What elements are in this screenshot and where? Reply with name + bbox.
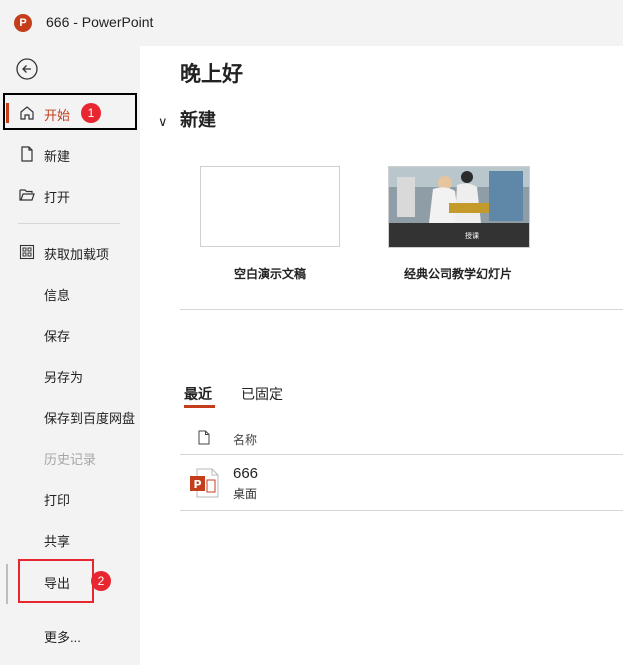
tab-recent-underline <box>184 405 215 408</box>
nav-history-label: 历史记录 <box>44 452 97 467</box>
tab-pinned[interactable]: 已固定 <box>241 384 283 404</box>
title-bar: P 666 - PowerPoint <box>0 0 623 46</box>
nav-share[interactable]: 共享 <box>0 520 140 558</box>
nav-open-label: 打开 <box>44 190 71 205</box>
template-overlay-text: 授课 <box>465 231 479 240</box>
powerpoint-file-icon: P <box>190 468 219 498</box>
blank-presentation-label: 空白演示文稿 <box>233 267 306 281</box>
annotation-badge-1: 1 <box>81 103 101 123</box>
annotation-box-1 <box>3 93 137 130</box>
nav-print[interactable]: 打印 <box>0 479 140 517</box>
blank-presentation-template[interactable] <box>200 166 340 247</box>
nav-more-label: 更多... <box>44 630 81 645</box>
tab-recent[interactable]: 最近 <box>184 384 215 408</box>
new-document-icon <box>21 146 33 162</box>
sidebar-divider <box>18 223 120 224</box>
nav-history: 历史记录 <box>0 438 140 476</box>
document-icon <box>198 430 210 445</box>
file-icon-letter: P <box>194 478 202 491</box>
column-header-name[interactable]: 名称 <box>233 431 257 448</box>
new-section-toggle[interactable]: ∨ 新建 <box>158 106 216 132</box>
nav-print-label: 打印 <box>44 493 71 508</box>
nav-share-label: 共享 <box>44 534 71 549</box>
nav-save-to-baidu[interactable]: 保存到百度网盘 <box>0 397 140 435</box>
section-divider <box>180 309 623 310</box>
back-arrow-icon[interactable] <box>16 58 38 80</box>
tab-pinned-label: 已固定 <box>241 386 283 402</box>
chevron-down-icon: ∨ <box>158 114 168 129</box>
nav-save-to-baidu-label: 保存到百度网盘 <box>44 411 136 426</box>
nav-addins[interactable]: 获取加载项 <box>0 233 140 271</box>
grid-addins-icon <box>19 244 35 260</box>
nav-info[interactable]: 信息 <box>0 274 140 312</box>
annotation-badge-2: 2 <box>91 571 111 591</box>
nav-save-label: 保存 <box>44 329 71 344</box>
template-thumbnail-image: 授课 <box>389 167 529 247</box>
window-title: 666 - PowerPoint <box>46 14 154 30</box>
classic-teaching-template[interactable]: 授课 <box>388 166 530 248</box>
nav-save-as[interactable]: 另存为 <box>0 356 140 394</box>
list-row-divider <box>180 510 623 511</box>
nav-info-label: 信息 <box>44 288 71 303</box>
powerpoint-app-icon: P <box>14 14 32 32</box>
nav-new[interactable]: 新建 <box>0 135 140 173</box>
nav-addins-label: 获取加载项 <box>44 247 110 262</box>
nav-new-label: 新建 <box>44 149 71 164</box>
recent-file-name: 666 <box>233 465 259 482</box>
nav-save-as-label: 另存为 <box>44 370 84 385</box>
backstage-sidebar: 开始 新建 打开 获取加载项 信息 保存 另存为 保存到百度网盘 历史记录 打印… <box>0 46 140 665</box>
nav-save[interactable]: 保存 <box>0 315 140 353</box>
nav-more[interactable]: 更多... <box>0 616 140 654</box>
backstage-main: 晚上好 ∨ 新建 空白演示文稿 授课 经典公司教学幻灯片 最近 已固定 名称 P… <box>140 46 623 665</box>
nav-open[interactable]: 打开 <box>0 176 140 214</box>
new-section-title: 新建 <box>180 110 216 130</box>
greeting-heading: 晚上好 <box>180 63 243 86</box>
classic-teaching-label: 经典公司教学幻灯片 <box>403 267 512 281</box>
tab-recent-label: 最近 <box>184 386 212 402</box>
recent-file-location: 桌面 <box>233 487 258 501</box>
recent-file-row[interactable]: P 666 桌面 <box>180 455 623 510</box>
folder-open-icon <box>19 189 35 201</box>
annotation-box-2 <box>18 559 94 603</box>
